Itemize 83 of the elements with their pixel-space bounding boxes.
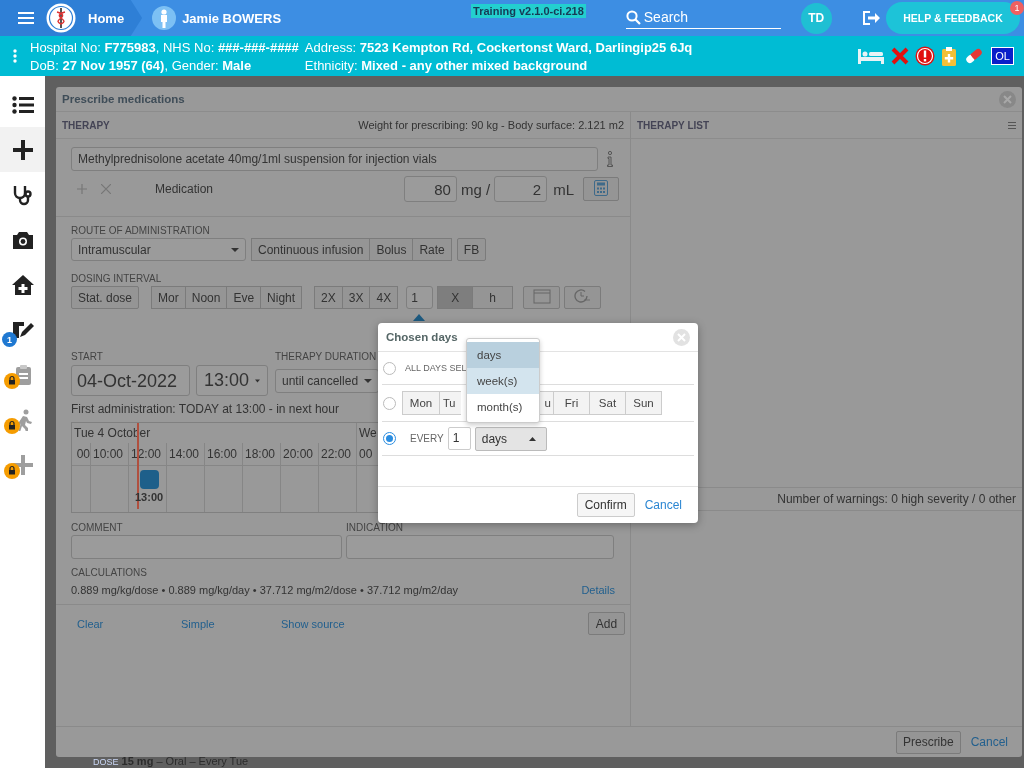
timeline-hour: 14:00: [167, 443, 205, 465]
every-field[interactable]: 1: [447, 427, 471, 450]
first-administration-text: First administration: TODAY at 13:00 - in next hour: [71, 402, 339, 416]
route-select[interactable]: Intramuscular: [71, 238, 246, 261]
option-label: EVERY: [410, 433, 444, 444]
sidebar-item[interactable]: 1: [0, 307, 45, 352]
route-option-button[interactable]: Rate: [413, 238, 452, 261]
prescribe-button[interactable]: Prescribe: [895, 730, 961, 754]
dropdown-option[interactable]: days: [467, 342, 539, 368]
weekday-button[interactable]: Sun: [626, 391, 662, 415]
dialog-title: Prescribe medications: [62, 93, 185, 105]
cancel-link[interactable]: Cancel: [970, 735, 1008, 749]
timeline-hour: 20:00: [281, 443, 319, 465]
dropdown-option[interactable]: week(s): [467, 368, 539, 394]
home-link[interactable]: Home: [88, 10, 125, 26]
field-label: ROUTE OF ADMINISTRATION: [71, 225, 211, 236]
unit-label: mg /: [460, 180, 491, 198]
field-label: THERAPY DURATION: [275, 351, 377, 362]
calculations-text: 0.889 mg/kg/dose • 0.889 mg/kg/day • 37.712 mg/m2/dose • 37.712 mg/m2/day: [71, 584, 458, 596]
allergy-badge: OL: [991, 47, 1014, 65]
interval-unit-button[interactable]: X: [437, 286, 474, 309]
confirm-button[interactable]: Confirm: [576, 493, 635, 517]
stat-dose-button[interactable]: Stat. dose: [71, 286, 140, 309]
count-badge: 1: [2, 332, 17, 347]
add-button[interactable]: Add: [588, 612, 625, 635]
dialog-title: Chosen days: [386, 331, 458, 343]
option-label: ALL DAYS SEL: [405, 363, 467, 373]
footer-link[interactable]: Clear: [77, 617, 181, 630]
timeline-hour: 18:00: [243, 443, 281, 465]
route-option-button[interactable]: Continuous infusion: [251, 238, 371, 261]
start-time-select[interactable]: 13:00: [196, 365, 268, 396]
patient-detail: Address: 7523 Kempton Rd, Cockertonst Ward, Darlingip25 6Jq: [304, 39, 693, 55]
duration-select[interactable]: until cancelled: [275, 368, 379, 393]
interval-unit-button[interactable]: h: [473, 286, 514, 309]
fb-button[interactable]: FB: [456, 238, 487, 261]
dropdown-option[interactable]: month(s): [467, 394, 539, 420]
warnings-text: Number of warnings: 0 high severity / 0 other: [777, 492, 1016, 506]
timeline-day: We: [357, 426, 377, 440]
unit-select[interactable]: days: [474, 426, 547, 451]
notification-badge: 1: [1010, 1, 1024, 15]
timeline-hour: 16:00: [205, 443, 243, 465]
patient-name: Jamie BOWERS: [182, 10, 282, 26]
weekday-button[interactable]: Sat: [590, 391, 626, 415]
patient-detail: DoB: 27 Nov 1957 (64), Gender: Male: [30, 57, 253, 73]
section-heading: THERAPY LIST: [637, 119, 710, 131]
interval-field[interactable]: 1: [406, 286, 434, 309]
user-avatar[interactable]: TD: [800, 2, 832, 34]
field-label: DOSING INTERVAL: [71, 273, 163, 284]
field-label: INDICATION: [346, 522, 404, 533]
weekday-button[interactable]: Fri: [554, 391, 590, 415]
dose-field[interactable]: 80: [403, 176, 457, 202]
frequency-button[interactable]: 2X: [314, 286, 343, 309]
medication-field[interactable]: Methylprednisolone acetate 40mg/1ml suspension for injection vials: [71, 147, 598, 171]
field-label: CALCULATIONS: [71, 567, 148, 578]
unit-label: mL: [553, 180, 574, 198]
section-heading: THERAPY: [62, 119, 110, 131]
footer-link[interactable]: Simple: [181, 617, 281, 630]
weight-info: Weight for prescribing: 90 kg - Body surface: 2.121 m2: [358, 119, 624, 131]
patient-detail: Hospital No: F775983, NHS No: ###-###-####: [30, 39, 299, 55]
patient-detail: Ethnicity: Mixed - any other mixed background: [304, 57, 589, 73]
time-of-day-button[interactable]: Mor: [151, 286, 186, 309]
weekday-button[interactable]: Tu: [440, 391, 461, 415]
time-of-day-button[interactable]: Noon: [185, 286, 228, 309]
timeline-hour: 00: [72, 443, 91, 465]
volume-field[interactable]: 2: [494, 176, 548, 202]
field-label: COMMENT: [71, 522, 124, 533]
timeline-hour: 10:00: [91, 443, 129, 465]
weekday-button[interactable]: Mon: [402, 391, 440, 415]
details-link[interactable]: Details: [581, 584, 615, 596]
time-of-day-button[interactable]: Eve: [227, 286, 262, 309]
footer-link[interactable]: Show source: [281, 617, 345, 630]
route-option-button[interactable]: Bolus: [370, 238, 414, 261]
time-of-day-button[interactable]: Night: [261, 286, 303, 309]
medication-label: Medication: [155, 182, 214, 196]
cancel-link[interactable]: Cancel: [644, 498, 682, 512]
start-date-field[interactable]: 04-Oct-2022: [71, 365, 190, 396]
version-label: Training v2.1.0-ci.218: [471, 4, 586, 18]
frequency-button[interactable]: 4X: [370, 286, 399, 309]
frequency-button[interactable]: 3X: [342, 286, 371, 309]
field-label: START: [71, 351, 104, 362]
timeline-hour: 22:00: [319, 443, 357, 465]
search-field[interactable]: Search: [643, 9, 764, 25]
timeline-hour: 00: [358, 446, 374, 463]
